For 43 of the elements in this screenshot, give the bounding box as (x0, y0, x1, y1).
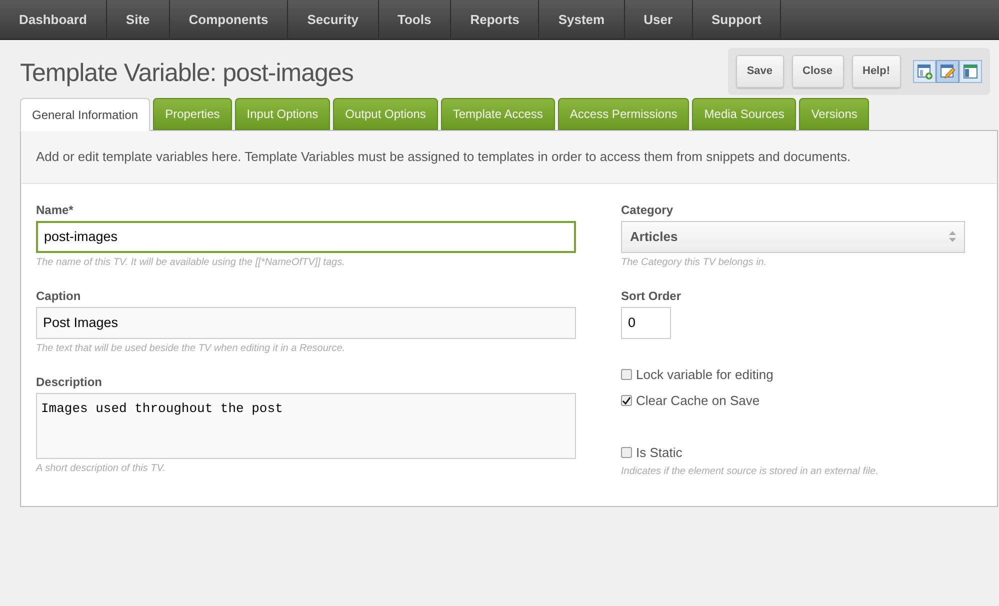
field-label: Caption (36, 288, 82, 304)
description-field[interactable]: Images used throughout the post (36, 392, 576, 458)
action-button[interactable]: Close (792, 55, 844, 88)
menu-link[interactable]: Support (692, 0, 782, 40)
checkbox[interactable] (621, 446, 632, 458)
menu-link[interactable]: User (624, 0, 693, 40)
field-label: Sort Order (621, 288, 682, 304)
menu-link[interactable]: Tools (378, 0, 452, 40)
edit-layout-icon (939, 63, 956, 80)
sort-arrows-icon (949, 231, 956, 242)
text-field[interactable]: Post Images (36, 306, 576, 338)
help-text: The text that will be used beside the TV when editing it in a Resource. (36, 342, 346, 356)
view-button[interactable] (959, 60, 982, 83)
help-text: The name of this TV. It will be available using the [[*NameOfTV]] tags. (36, 256, 346, 270)
menu-link[interactable]: Components (170, 0, 288, 40)
checkbox-option[interactable]: Is Static (621, 442, 965, 462)
action-button[interactable]: Help! (852, 55, 901, 88)
field-label: Category (621, 202, 674, 218)
text-field[interactable]: post-images (36, 220, 576, 252)
menu-link[interactable]: Site (106, 0, 170, 40)
page-title: Template Variable: post-images (20, 58, 354, 88)
layout-icon (962, 63, 979, 80)
intro-text: Add or edit template variables here. Template Variables must be assigned to templates in order to access them from snippets and documents. (21, 131, 997, 184)
menu-link[interactable]: Security (288, 0, 379, 40)
add-layout-icon (916, 63, 933, 80)
field-label: Description (36, 374, 104, 390)
menu-link[interactable]: Reports (451, 0, 540, 40)
view-button[interactable] (936, 60, 959, 83)
checkbox-option[interactable]: Lock variable for editing (621, 364, 965, 384)
help-text: A short description of this TV. (36, 462, 166, 476)
menu-link[interactable]: Dashboard (0, 0, 107, 40)
field-label: Name* (36, 202, 74, 218)
checkbox[interactable] (621, 395, 632, 406)
checkbox[interactable] (621, 368, 632, 380)
action-button[interactable]: Save (736, 55, 784, 88)
tab[interactable]: General Information (20, 98, 150, 131)
category-select[interactable]: Articles (621, 220, 965, 252)
sort-order-field[interactable]: 0 (621, 306, 671, 338)
view-button[interactable] (913, 60, 936, 83)
menu-link[interactable]: System (539, 0, 625, 40)
checkbox-option[interactable]: Clear Cache on Save (621, 391, 965, 410)
help-text: The Category this TV belongs in. (621, 256, 768, 270)
help-text: Indicates if the element source is stored in an external file. (621, 465, 880, 479)
